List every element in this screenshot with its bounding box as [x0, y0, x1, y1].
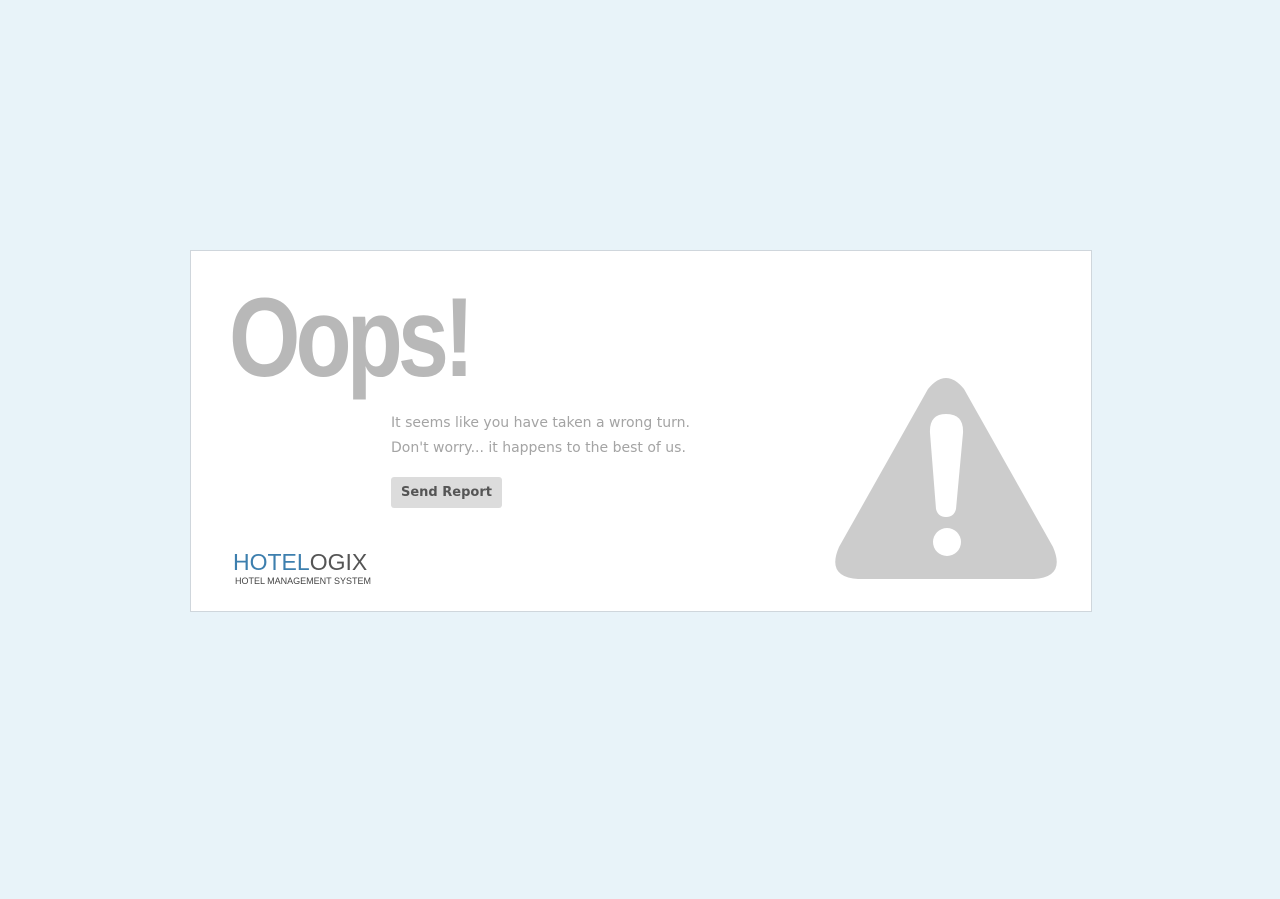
logo-wordmark: HOTELOGIX: [233, 549, 373, 575]
error-message-line-2: Don't worry... it happens to the best of…: [391, 440, 686, 456]
hotelogix-logo: HOTELOGIX HOTEL MANAGEMENT SYSTEM: [233, 549, 373, 587]
error-message-line-1: It seems like you have taken a wrong tur…: [391, 415, 690, 431]
error-heading: Oops!: [229, 275, 475, 400]
logo-tagline: HOTEL MANAGEMENT SYSTEM: [235, 576, 372, 586]
warning-triangle-icon: [835, 378, 1057, 579]
error-message: It seems like you have taken a wrong tur…: [391, 411, 690, 461]
send-report-button[interactable]: Send Report: [391, 477, 502, 508]
error-card: Oops! It seems like you have taken a wro…: [190, 250, 1092, 612]
logo-wordmark-part-2: OGIX: [309, 549, 368, 575]
logo-wordmark-part-1: HOTEL: [233, 549, 310, 575]
